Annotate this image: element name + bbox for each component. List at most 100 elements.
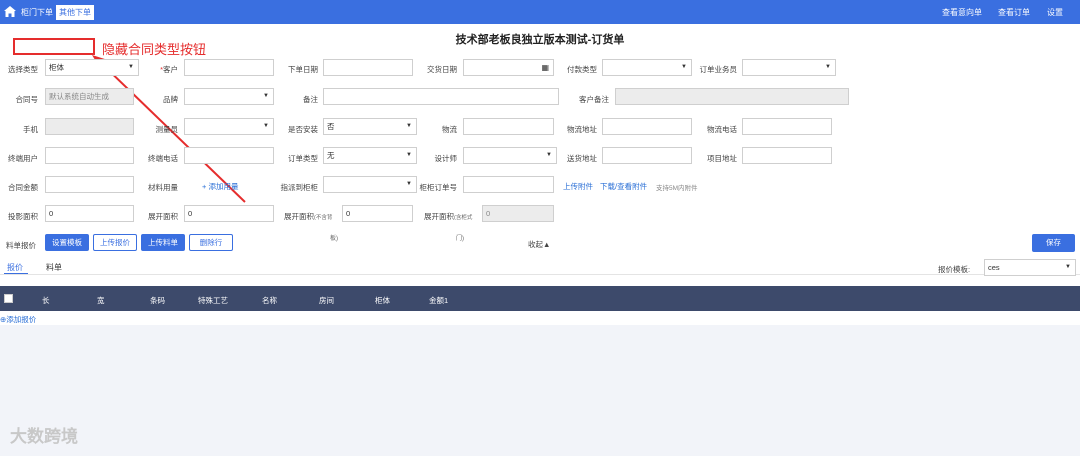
remark-label: 备注 [303,95,318,104]
delivery-date-label: 交货日期 [427,65,457,74]
watermark-text: 大数跨境 [10,427,78,446]
attachment-hint: 支持5M内附件 [656,185,698,192]
calendar-icon: ▦ [541,63,549,72]
col-length: 长 [42,296,50,305]
phone-label: 手机 [23,125,38,134]
assign-cabinet-label: 指派到柜柜 [280,183,319,192]
install-select[interactable]: 否 ▼ [323,118,417,135]
salesman-label: 订单业务员 [699,65,738,74]
expand-area-door-input[interactable]: 0 [482,205,554,222]
chevron-down-icon: ▼ [406,181,412,187]
cabinet-order-no-label: 柜柜订单号 [419,183,458,192]
logistics-addr-input[interactable] [602,118,692,135]
ship-addr-input[interactable] [602,147,692,164]
upload-attachment-link[interactable]: 上传附件 [563,181,593,192]
phone-input[interactable] [45,118,134,135]
chevron-down-icon: ▼ [1065,264,1071,270]
tab-quote[interactable]: 报价 [7,262,23,273]
cabinet-order-no-input[interactable] [463,176,554,193]
expand-area-nodoor-sub: 板) [330,236,338,242]
install-label: 是否安装 [288,125,318,134]
expand-area-door-label: 展开面积(含柜式 [424,212,473,221]
download-attachment-link[interactable]: 下载/查看附件 [600,181,647,192]
col-name: 名称 [262,296,277,305]
contract-no-label: 合同号 [15,95,39,104]
expand-area-nodoor-input[interactable]: 0 [342,205,413,222]
logistics-input[interactable] [463,118,554,135]
tab-divider [0,274,1080,275]
customer-input[interactable] [184,59,274,76]
expand-area-nodoor-label: 展开面积(不含背 [284,212,333,221]
project-addr-label: 项目地址 [707,154,737,163]
measurer-select[interactable]: ▼ [184,118,274,135]
delete-row-button[interactable]: 删除行 [189,234,233,251]
logistics-phone-input[interactable] [742,118,832,135]
contract-amount-input[interactable] [45,176,134,193]
end-phone-input[interactable] [184,147,274,164]
chevron-down-icon: ▼ [681,64,687,70]
chevron-down-icon: ▼ [406,123,412,129]
quote-template-label: 报价模板: [938,265,971,274]
chevron-down-icon: ▼ [546,152,552,158]
select-type-label: 选择类型 [8,65,38,74]
quote-label: 料单报价 [6,241,36,250]
logistics-addr-label: 物流地址 [567,125,597,134]
material-usage-label: 材料用量 [148,183,178,192]
delivery-date-input[interactable]: ▦ [463,59,554,76]
logistics-label: 物流 [442,125,457,134]
expand-area-door-sub: 门) [456,236,464,242]
designer-select[interactable]: ▼ [463,147,557,164]
assign-cabinet-select[interactable]: ▼ [323,176,417,193]
projection-area-input[interactable]: 0 [45,205,134,222]
set-template-button[interactable]: 设置模板 [45,234,89,251]
designer-label: 设计师 [434,154,458,163]
order-type-select[interactable]: 无 ▼ [323,147,417,164]
brand-label: 品牌 [163,95,178,104]
expand-area-input[interactable]: 0 [184,205,274,222]
expand-area-label: 展开面积 [148,212,178,221]
table-header: 长 宽 条码 特殊工艺 名称 房间 柜体 金额1 [0,286,1080,311]
collapse-toggle[interactable]: 收起▲ [528,239,550,250]
contract-amount-label: 合同金额 [8,183,38,192]
add-quote-row-link[interactable]: ⊕添加报价 [0,314,36,325]
ship-addr-label: 送货地址 [567,154,597,163]
projection-area-label: 投影面积 [8,212,38,221]
customer-remark-input[interactable] [615,88,849,105]
col-amount1: 金额1 [429,296,449,305]
col-special-process: 特殊工艺 [198,296,228,305]
table-body-area [0,325,1080,456]
customer-remark-label: 客户备注 [579,95,609,104]
brand-select[interactable]: ▼ [184,88,274,105]
col-width: 宽 [97,296,105,305]
upload-bom-button[interactable]: 上传料单 [141,234,185,251]
save-button[interactable]: 保存 [1032,234,1075,252]
select-all-checkbox[interactable] [4,294,13,303]
col-room: 房间 [319,296,334,305]
quote-template-select[interactable]: ces ▼ [984,259,1076,276]
add-usage-link[interactable]: + 添加用量 [202,181,238,192]
select-type-select[interactable]: 柜体 ▼ [45,59,139,76]
end-user-input[interactable] [45,147,134,164]
upload-quote-button[interactable]: 上传报价 [93,234,137,251]
chevron-down-icon: ▼ [128,64,134,70]
chevron-down-icon: ▼ [263,123,269,129]
chevron-down-icon: ▼ [825,64,831,70]
measurer-label: 测量员 [155,125,179,134]
payment-type-select[interactable]: ▼ [602,59,692,76]
order-date-input[interactable] [323,59,413,76]
col-barcode: 条码 [150,296,165,305]
salesman-select[interactable]: ▼ [742,59,836,76]
remark-textarea[interactable] [323,88,559,105]
payment-type-label: 付款类型 [567,65,597,74]
logistics-phone-label: 物流电话 [707,125,737,134]
order-type-label: 订单类型 [288,154,318,163]
project-addr-input[interactable] [742,147,832,164]
chevron-down-icon: ▼ [263,93,269,99]
end-phone-label: 终端电话 [148,154,178,163]
end-user-label: 终端用户 [8,154,38,163]
chevron-down-icon: ▼ [406,152,412,158]
col-cabinet: 柜体 [375,296,390,305]
customer-label: *客户 [160,65,178,74]
contract-no-input[interactable]: 默认系统自动生成 [45,88,134,105]
tab-bom[interactable]: 料单 [46,262,62,273]
